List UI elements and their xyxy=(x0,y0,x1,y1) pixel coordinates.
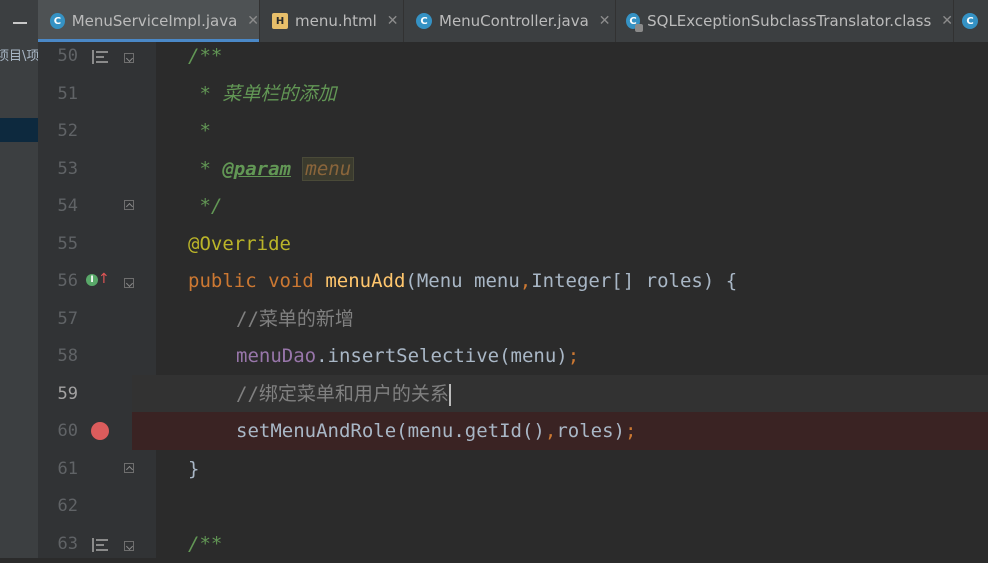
code-line-58: menuDao.insertSelective(menu); xyxy=(236,337,579,375)
line-number: 63 xyxy=(57,534,78,554)
code-text: Integer[] roles) { xyxy=(531,270,738,292)
compiled-class-icon: C xyxy=(626,13,644,32)
java-class-icon: C xyxy=(50,13,65,29)
close-icon[interactable]: ✕ xyxy=(599,13,611,29)
comma: , xyxy=(519,270,532,292)
tab-menu-html[interactable]: H menu.html ✕ xyxy=(260,0,404,42)
doc-render-toggle-icon[interactable] xyxy=(92,538,108,552)
line-number: 53 xyxy=(57,159,78,179)
close-icon[interactable]: ✕ xyxy=(387,13,399,29)
override-implements-icon[interactable]: I ↑ xyxy=(86,271,112,291)
tab-label: SQLExceptionSubclassTranslator.class xyxy=(647,12,932,30)
code-text: roles) xyxy=(556,420,625,442)
close-icon[interactable]: ✕ xyxy=(247,13,259,29)
method-name: menuAdd xyxy=(325,270,406,292)
field-name: menuDao xyxy=(236,345,317,367)
line-number: 56 xyxy=(57,271,78,291)
keyword: public xyxy=(188,270,257,292)
line-number: 52 xyxy=(57,121,78,141)
code-line-52: * xyxy=(188,120,211,142)
project-tree-selected-row[interactable] xyxy=(0,118,38,142)
doc-render-toggle-icon[interactable] xyxy=(92,50,108,64)
fold-collapse-icon[interactable] xyxy=(124,278,134,288)
tab-overflow[interactable]: C xyxy=(954,0,988,42)
fold-collapse-icon[interactable] xyxy=(124,541,134,551)
code-line-54: */ xyxy=(188,195,223,217)
java-class-icon: C xyxy=(962,13,978,29)
code-line-59: //绑定菜单和用户的关系 xyxy=(236,375,451,413)
tab-label: menu.html xyxy=(295,12,377,30)
line-number: 61 xyxy=(57,459,78,479)
fold-end-icon[interactable] xyxy=(124,200,134,210)
tab-label: MenuController.java xyxy=(439,12,589,30)
javadoc-param-name: menu xyxy=(302,157,355,181)
code-line-53: * @param menu xyxy=(188,150,355,188)
code-line-50: /** xyxy=(188,45,223,67)
line-number: 58 xyxy=(57,346,78,366)
code-text: (Menu menu xyxy=(405,270,520,292)
fold-collapse-icon[interactable] xyxy=(124,53,134,63)
tab-sqlexceptionsubclasstranslator[interactable]: C SQLExceptionSubclassTranslator.class ✕ xyxy=(616,0,954,42)
doc-prefix: * xyxy=(188,158,223,180)
text-caret xyxy=(448,383,451,406)
semicolon: ; xyxy=(567,345,580,367)
tab-label: MenuServiceImpl.java xyxy=(71,12,238,30)
code-line-57: //菜单的新增 xyxy=(236,308,354,330)
line-number: 50 xyxy=(57,46,78,66)
code-line-51: * 菜单栏的添加 xyxy=(188,83,337,105)
close-icon[interactable]: ✕ xyxy=(941,13,953,29)
code-editor[interactable]: /** * 菜单栏的添加 * * @param menu */ @Overrid… xyxy=(132,42,988,558)
javadoc-param-tag: @param xyxy=(222,158,291,180)
editor-gutter[interactable]: 50 51 52 53 54 55 56 57 58 59 60 61 62 6… xyxy=(38,42,156,558)
line-number: 62 xyxy=(57,496,78,516)
breakpoint-icon[interactable] xyxy=(91,422,109,440)
minimize-icon[interactable] xyxy=(13,22,27,24)
java-class-icon: C xyxy=(416,13,432,29)
line-number-current: 59 xyxy=(57,384,78,404)
semicolon: ; xyxy=(624,420,637,442)
line-number: 57 xyxy=(57,309,78,329)
line-number: 60 xyxy=(57,421,78,441)
code-line-61: } xyxy=(188,458,200,480)
code-line-63: /** xyxy=(188,533,223,555)
project-path-label[interactable]: 项目\项 xyxy=(0,45,38,64)
fold-end-icon[interactable] xyxy=(124,463,134,473)
line-number: 54 xyxy=(57,196,78,216)
code-line-60: setMenuAndRole(menu.getId(),roles); xyxy=(236,412,636,450)
tab-menuserviceimpl[interactable]: C MenuServiceImpl.java ✕ xyxy=(38,0,260,42)
code-line-56: public void menuAdd(Menu menu,Integer[] … xyxy=(188,262,737,300)
comma: , xyxy=(544,420,557,442)
code-text: .insertSelective(menu) xyxy=(316,345,568,367)
tab-menucontroller[interactable]: C MenuController.java ✕ xyxy=(404,0,616,42)
html-file-icon: H xyxy=(272,13,288,29)
project-panel-strip: 项目\项 xyxy=(0,0,39,558)
editor-tab-bar: C MenuServiceImpl.java ✕ H menu.html ✕ C… xyxy=(38,0,988,43)
code-text: setMenuAndRole(menu.getId() xyxy=(236,420,545,442)
code-text: //绑定菜单和用户的关系 xyxy=(236,383,449,405)
keyword: void xyxy=(268,270,314,292)
line-number: 51 xyxy=(57,84,78,104)
code-line-55: @Override xyxy=(188,233,291,255)
line-number: 55 xyxy=(57,234,78,254)
